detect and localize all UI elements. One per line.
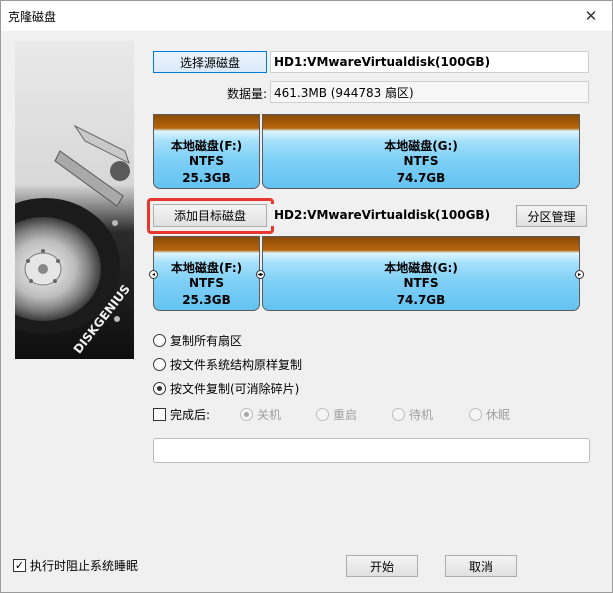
select-source-disk-button[interactable]: 选择源磁盘 (153, 51, 267, 73)
target-partition-f[interactable]: 本地磁盘(F:) NTFS 25.3GB (153, 236, 260, 311)
after-complete-checkbox[interactable]: 完成后: (153, 406, 210, 423)
after-choice-restart[interactable]: 重启 (316, 406, 357, 423)
radio-copy-fs-structure[interactable] (153, 358, 166, 371)
option-label: 按文件系统结构原样复制 (170, 358, 303, 372)
partition-size: 25.3GB (182, 171, 231, 185)
target-disk-map: 本地磁盘(F:) NTFS 25.3GB 本地磁盘(G:) NTFS 74.7G… (149, 236, 584, 311)
radio-copy-all-sectors[interactable] (153, 334, 166, 347)
progress-bar (153, 438, 590, 463)
close-icon[interactable]: ✕ (576, 4, 606, 28)
option-label: 按文件复制(可消除碎片) (170, 382, 300, 396)
choice-label: 休眠 (486, 408, 511, 422)
radio-restart[interactable] (316, 408, 329, 421)
partition-fs: NTFS (403, 276, 439, 290)
prevent-sleep-label: 执行时阻止系统睡眠 (30, 559, 139, 573)
radio-copy-by-file[interactable] (153, 382, 166, 395)
partition-manage-button[interactable]: 分区管理 (516, 205, 587, 227)
partition-fs: NTFS (188, 276, 225, 290)
partition-name: 本地磁盘(G:) (384, 139, 458, 153)
prevent-sleep-checkbox[interactable]: ✓ (13, 559, 26, 572)
partition-name: 本地磁盘(F:) (170, 261, 243, 275)
after-choice-standby[interactable]: 待机 (392, 406, 433, 423)
option-copy-fs-structure[interactable]: 按文件系统结构原样复制 (153, 356, 302, 373)
option-copy-all-sectors[interactable]: 复制所有扇区 (153, 332, 242, 349)
radio-hibernate[interactable] (469, 408, 482, 421)
target-disk-name: HD2:VMwareVirtualdisk(100GB) (270, 204, 510, 226)
source-disk-name: HD1:VMwareVirtualdisk(100GB) (270, 51, 589, 73)
diskgenius-hard-disk-image: DISKGENIUS (15, 41, 134, 359)
source-partition-f[interactable]: 本地磁盘(F:) NTFS 25.3GB (153, 114, 260, 189)
choice-label: 重启 (333, 408, 358, 422)
window-title: 克隆磁盘 (8, 10, 57, 24)
choice-label: 关机 (257, 408, 282, 422)
target-partition-g[interactable]: 本地磁盘(G:) NTFS 74.7GB (262, 236, 580, 311)
after-choice-shutdown[interactable]: 关机 (240, 406, 281, 423)
prevent-sleep-option[interactable]: ✓ 执行时阻止系统睡眠 (13, 557, 138, 574)
partition-size: 74.7GB (396, 293, 446, 307)
source-disk-map: 本地磁盘(F:) NTFS 25.3GB 本地磁盘(G:) NTFS 74.7G… (153, 114, 580, 189)
resize-handle-icon[interactable]: ◂▸ (256, 270, 265, 279)
choice-label: 待机 (409, 408, 434, 422)
start-button[interactable]: 开始 (346, 555, 418, 577)
radio-shutdown[interactable] (240, 408, 253, 421)
radio-standby[interactable] (392, 408, 405, 421)
data-amount-value: 461.3MB (944783 扇区) (270, 81, 589, 103)
source-partition-g[interactable]: 本地磁盘(G:) NTFS 74.7GB (262, 114, 580, 189)
partition-name: 本地磁盘(F:) (170, 139, 243, 153)
option-label: 复制所有扇区 (170, 334, 243, 348)
after-complete-label: 完成后: (170, 408, 211, 422)
title-bar: 克隆磁盘 ✕ (1, 1, 612, 31)
partition-size: 74.7GB (396, 171, 446, 185)
add-target-disk-button[interactable]: 添加目标磁盘 (153, 204, 267, 227)
hard-disk-illustration: DISKGENIUS (15, 124, 133, 356)
data-amount-label: 数据量: (226, 87, 267, 101)
partition-size: 25.3GB (182, 293, 231, 307)
option-copy-by-file[interactable]: 按文件复制(可消除碎片) (153, 380, 299, 397)
partition-name: 本地磁盘(G:) (384, 261, 458, 275)
resize-handle-icon[interactable]: ▸ (575, 270, 584, 279)
after-choice-hibernate[interactable]: 休眠 (469, 406, 510, 423)
cancel-button[interactable]: 取消 (445, 555, 517, 577)
after-complete-check[interactable] (153, 408, 166, 421)
clone-disk-dialog: 克隆磁盘 ✕ DISKGENIUS 选择源磁盘 HD1:VMwareVirtua… (0, 0, 613, 593)
partition-fs: NTFS (188, 154, 225, 168)
resize-handle-icon[interactable]: ◂ (149, 270, 158, 279)
partition-fs: NTFS (403, 154, 439, 168)
